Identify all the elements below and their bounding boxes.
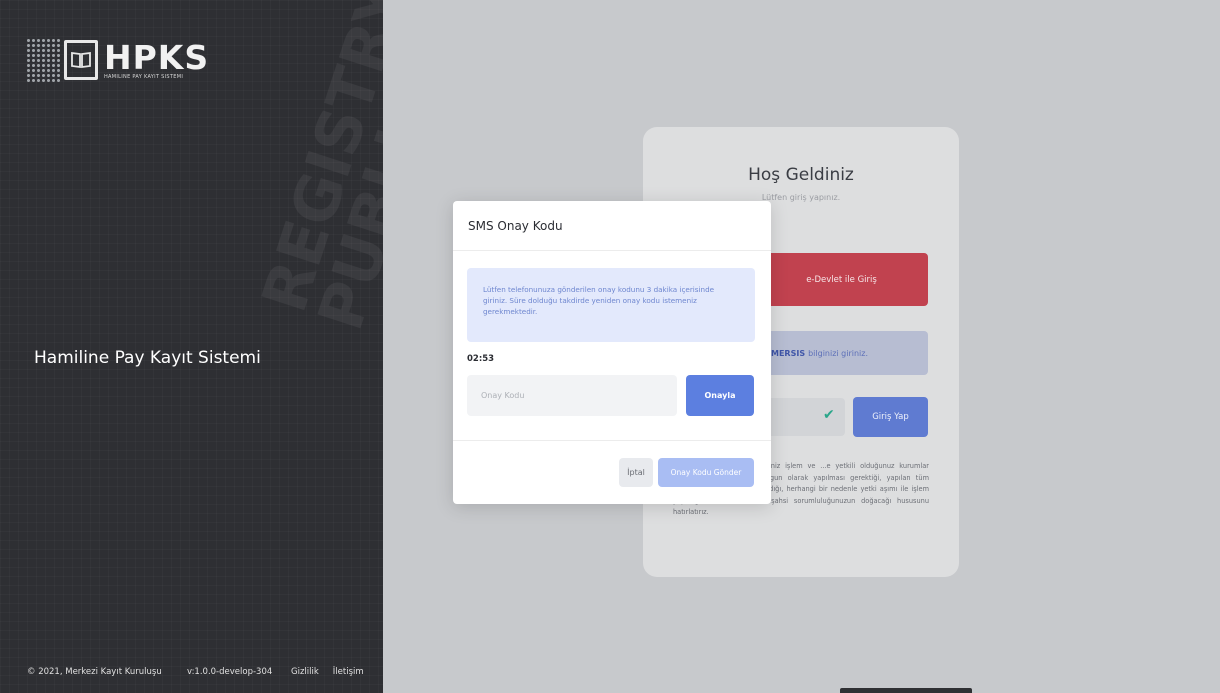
logo-subtitle: HAMILINE PAY KAYIT SISTEMI bbox=[104, 73, 184, 80]
modal-title: SMS Onay Kodu bbox=[453, 201, 771, 251]
mersis-info-box: MERSIS bilginizi giriniz. bbox=[755, 331, 928, 375]
book-icon bbox=[64, 40, 98, 80]
registry-watermark: REGISTRY PUBLIC bbox=[247, 0, 383, 339]
logo-title: HPKS bbox=[104, 37, 210, 77]
modal-divider bbox=[453, 440, 771, 441]
login-button[interactable]: Giriş Yap bbox=[853, 397, 928, 437]
countdown-timer: 02:53 bbox=[467, 354, 495, 364]
sms-code-input[interactable] bbox=[467, 375, 677, 416]
version-text: v:1.0.0-develop-304 bbox=[187, 667, 273, 677]
mersis-hint: bilginizi giriniz. bbox=[808, 348, 869, 358]
sms-modal: SMS Onay Kodu Lütfen telefonunuza gönder… bbox=[453, 201, 771, 504]
confirm-button[interactable]: Onayla bbox=[686, 375, 754, 416]
copyright-text: © 2021, Merkezi Kayıt Kuruluşu bbox=[27, 667, 162, 677]
welcome-title: Hoş Geldiniz bbox=[748, 165, 854, 185]
bottom-bar-stub bbox=[840, 688, 972, 693]
brand-title: Hamiline Pay Kayıt Sistemi bbox=[34, 348, 261, 368]
hpks-logo: HPKS HAMILINE PAY KAYIT SISTEMI bbox=[26, 38, 209, 82]
cancel-button[interactable]: İptal bbox=[619, 458, 653, 487]
contact-link[interactable]: İletişim bbox=[333, 667, 364, 677]
sms-info-alert: Lütfen telefonunuza gönderilen onay kodu… bbox=[467, 268, 755, 342]
mersis-label: MERSIS bbox=[771, 348, 806, 358]
check-icon: ✔ bbox=[823, 407, 835, 423]
logo-dot-grid bbox=[26, 38, 60, 82]
send-code-button[interactable]: Onay Kodu Gönder bbox=[658, 458, 754, 487]
privacy-link[interactable]: Gizlilik bbox=[291, 667, 319, 677]
edevlet-login-button[interactable]: e-Devlet ile Giriş bbox=[755, 253, 928, 306]
sidebar: REGISTRY PUBLIC HPKS HAMILINE PAY KAYIT … bbox=[0, 0, 383, 693]
sidebar-footer: © 2021, Merkezi Kayıt Kuruluşu v:1.0.0-d… bbox=[27, 667, 378, 677]
